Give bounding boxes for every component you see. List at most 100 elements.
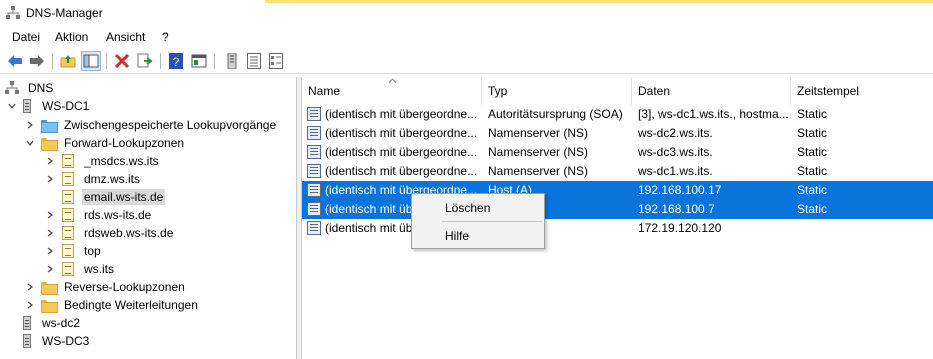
tree-node-ws-dc1[interactable]: WS-DC1: [6, 97, 91, 115]
export-list-button[interactable]: [135, 51, 155, 71]
help-button[interactable]: ?: [166, 51, 186, 71]
table-row[interactable]: (identisch mit übergeordne... Namenserve…: [302, 162, 933, 181]
toolbar-separator: [52, 53, 53, 69]
cell-name: (identisch mit übergeordne...: [325, 107, 478, 121]
cell-timestamp: Static: [797, 202, 828, 216]
cell-name: (identisch mit übergeordne...: [325, 145, 478, 159]
tree-node-ws-dc2[interactable]: ws-dc2: [22, 314, 82, 332]
server-button[interactable]: [222, 51, 242, 71]
server-icon: [22, 99, 32, 113]
zone-icon: [60, 262, 76, 276]
server-icon: [22, 334, 32, 348]
menu-ansicht[interactable]: Ansicht: [106, 30, 145, 44]
column-header-name[interactable]: Name: [302, 77, 482, 105]
delete-button[interactable]: [112, 51, 132, 71]
back-button[interactable]: [5, 51, 25, 71]
tree-node-forward-lookup-zones[interactable]: Forward-Lookupzonen: [24, 134, 186, 152]
console-tree: DNS WS-DC1 Zwischengespeicherte Lookupvo…: [0, 77, 297, 359]
show-hide-console-tree-button[interactable]: [81, 51, 101, 71]
chevron-right-icon[interactable]: [24, 299, 36, 311]
tree-node-cached-lookups[interactable]: Zwischengespeicherte Lookupvorgänge: [24, 116, 278, 134]
chevron-right-icon[interactable]: [24, 281, 36, 293]
forward-button[interactable]: [27, 51, 47, 71]
sort-ascending-icon: [388, 78, 397, 84]
chevron-down-icon[interactable]: [6, 100, 18, 112]
menu-datei[interactable]: Datei: [12, 30, 40, 44]
toolbar: ?: [0, 48, 933, 74]
context-menu-help[interactable]: Hilfe: [412, 224, 544, 248]
list-view-button[interactable]: [244, 51, 264, 71]
column-header-type[interactable]: Typ: [482, 77, 632, 105]
context-menu-label: Löschen: [445, 201, 491, 215]
tree-node-ws-dc3[interactable]: WS-DC3: [22, 332, 91, 350]
cell-timestamp: Static: [797, 164, 828, 178]
tree-label: rds.ws-its.de: [84, 208, 152, 222]
chevron-right-icon[interactable]: [44, 209, 56, 221]
svg-text:?: ?: [173, 55, 180, 69]
record-icon: [307, 145, 321, 159]
zone-icon: [60, 226, 76, 240]
tree-node-zone[interactable]: top: [44, 242, 103, 260]
table-row[interactable]: (identisch mit übergeordne... Autoritäts…: [302, 105, 933, 124]
column-header-timestamp[interactable]: Zeitstempel: [791, 77, 933, 105]
chevron-right-icon[interactable]: [44, 155, 56, 167]
back-arrow-icon: [8, 55, 22, 67]
cell-name: (identisch mit übergeordne...: [325, 164, 478, 178]
table-row[interactable]: (identisch mit übergeordne... 172.19.120…: [302, 219, 933, 238]
column-header-data[interactable]: Daten: [632, 77, 791, 105]
delete-icon: [114, 53, 130, 69]
tree-label: top: [84, 244, 101, 258]
title-bar: DNS-Manager: [0, 0, 933, 26]
tree-node-reverse-lookup-zones[interactable]: Reverse-Lookupzonen: [24, 278, 187, 296]
menu-bar: Datei Aktion Ansicht ?: [0, 26, 933, 48]
column-label: Typ: [488, 84, 508, 98]
cell-timestamp: Static: [797, 145, 828, 159]
details-view-button[interactable]: [266, 51, 286, 71]
chevron-right-icon[interactable]: [24, 119, 36, 131]
dns-icon: [4, 81, 20, 95]
tree-node-zone[interactable]: rds.ws-its.de: [44, 206, 153, 224]
show-hide-action-pane-icon: [191, 54, 207, 68]
column-label: Daten: [638, 84, 671, 98]
tree-node-zone[interactable]: ws.its: [44, 260, 116, 278]
tree-node-zone[interactable]: _msdcs.ws.its: [44, 152, 161, 170]
tree-node-zone[interactable]: dmz.ws.its: [44, 170, 142, 188]
cell-data: ws-dc3.ws.its.: [638, 145, 713, 159]
tree-node-conditional-forwarders[interactable]: Bedingte Weiterleitungen: [24, 296, 200, 314]
menu-aktion[interactable]: Aktion: [55, 30, 88, 44]
tree-label: Bedingte Weiterleitungen: [64, 298, 198, 312]
dns-manager-window: DNS-Manager Datei Aktion Ansicht ? ? DNS…: [0, 0, 933, 359]
server-icon: [22, 316, 32, 330]
folder-icon: [40, 136, 58, 151]
cell-data: ws-dc1.ws.its.: [638, 164, 713, 178]
zone-icon: [60, 172, 76, 186]
help-icon: ?: [169, 53, 183, 69]
context-menu-label: Hilfe: [445, 229, 470, 243]
chevron-down-icon[interactable]: [24, 137, 36, 149]
up-one-level-button[interactable]: [58, 51, 78, 71]
zone-icon: [60, 154, 76, 168]
chevron-right-icon[interactable]: [44, 227, 56, 239]
table-row[interactable]: (identisch mit übergeordne... Namenserve…: [302, 124, 933, 143]
record-icon: [307, 164, 321, 178]
zone-icon: [60, 190, 76, 204]
table-row-selected[interactable]: (identisch mit übergeordne... Host (A) 1…: [302, 181, 933, 200]
export-list-icon: [137, 53, 153, 68]
record-icon: [307, 126, 321, 140]
tree-node-dns[interactable]: DNS: [4, 79, 55, 97]
menu-help[interactable]: ?: [162, 30, 169, 44]
chevron-right-icon[interactable]: [44, 173, 56, 185]
tree-node-zone-selected[interactable]: email.ws-its.de: [44, 188, 166, 206]
tree-label: Forward-Lookupzonen: [64, 136, 185, 150]
zone-icon: [60, 208, 76, 222]
tree-node-zone[interactable]: rdsweb.ws-its.de: [44, 224, 175, 242]
tree-label: ws-dc2: [42, 316, 81, 330]
table-row[interactable]: (identisch mit übergeordne... Namenserve…: [302, 143, 933, 162]
show-hide-action-pane-button[interactable]: [189, 51, 209, 71]
tree-label: dmz.ws.its: [84, 172, 141, 186]
context-menu-delete[interactable]: Löschen: [412, 196, 544, 220]
tree-label: Reverse-Lookupzonen: [64, 280, 185, 294]
table-row-selected[interactable]: (identisch mit übergeordne... 192.168.10…: [302, 200, 933, 219]
chevron-right-icon[interactable]: [44, 263, 56, 275]
chevron-right-icon[interactable]: [44, 245, 56, 257]
